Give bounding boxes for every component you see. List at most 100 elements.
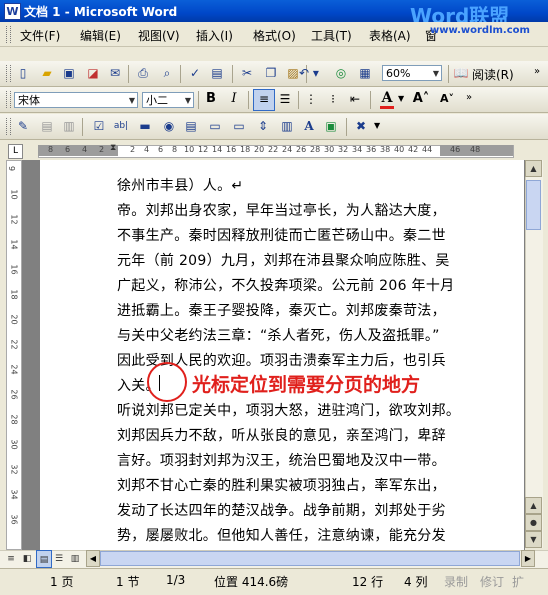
word-app-icon[interactable]: W [4, 3, 21, 20]
new-document-icon[interactable]: ▯ [14, 64, 32, 82]
decrease-indent-icon[interactable]: ⇤ [346, 90, 364, 108]
textbox-control-icon[interactable]: ab| [112, 117, 130, 135]
distributed-align-icon[interactable]: ☰ [276, 90, 294, 108]
spin-button-icon[interactable]: ⇕ [254, 117, 272, 135]
menu-format[interactable]: 格式(O) [253, 27, 296, 44]
open-folder-icon[interactable]: ▰ [38, 64, 56, 82]
toolbar-grip[interactable] [6, 65, 11, 82]
toolbar-options-icon[interactable]: » [466, 92, 472, 103]
vruler-number: 26 [9, 389, 19, 400]
menu-table[interactable]: 表格(A) [369, 27, 411, 44]
table-icon[interactable]: ▦ [356, 64, 374, 82]
chevron-down-icon[interactable]: ▼ [398, 94, 404, 103]
view-code-icon[interactable]: ▥ [60, 117, 78, 135]
scroll-down-small-icon[interactable]: ▼ [525, 531, 542, 548]
shrink-font-icon[interactable]: A˅ [438, 90, 456, 108]
label-control-icon[interactable]: A [300, 117, 318, 135]
hscroll-thumb[interactable] [100, 551, 520, 566]
research-icon[interactable]: ▤ [208, 64, 226, 82]
font-size-select[interactable]: 小二 ▼ [142, 92, 194, 108]
menu-insert[interactable]: 插入(I) [196, 27, 233, 44]
cut-icon[interactable]: ✂ [238, 64, 256, 82]
copy-icon[interactable]: ❐ [262, 64, 280, 82]
select-browse-object-icon[interactable]: ● [525, 514, 542, 531]
checkbox-control-icon[interactable]: ☑ [90, 117, 108, 135]
listbox-control-icon[interactable]: ▤ [182, 117, 200, 135]
save-icon[interactable]: ▣ [60, 64, 78, 82]
font-color-button[interactable]: A [378, 89, 396, 107]
toggle-button-icon[interactable]: ▭ [230, 117, 248, 135]
tab-selector[interactable]: L [8, 144, 23, 159]
zoom-select[interactable]: 60% ▼ [382, 65, 442, 81]
design-mode-icon[interactable]: ✎ [14, 117, 32, 135]
scrollbar-control-icon[interactable]: ▥ [278, 117, 296, 135]
permission-icon[interactable]: ◪ [84, 64, 102, 82]
window-title: 文档 1 - Microsoft Word [24, 5, 178, 19]
vruler-number: 16 [9, 264, 19, 275]
text-line: 发动了长达四年的楚汉战争。战争前期，刘邦处于劣 [117, 503, 446, 519]
more-controls-icon[interactable]: ✖ [352, 117, 370, 135]
print-view-icon[interactable]: ▤ [36, 550, 52, 568]
numbering-icon[interactable]: ⋮ [302, 90, 320, 108]
outline-view-icon[interactable]: ☰ [52, 550, 66, 566]
scroll-right-icon[interactable]: ▶ [521, 550, 535, 567]
scroll-up-icon[interactable]: ▲ [525, 160, 542, 177]
vruler-number: 36 [9, 514, 19, 525]
status-extend[interactable]: 扩 [512, 573, 524, 590]
web-view-icon[interactable]: ◧ [20, 550, 34, 566]
normal-view-icon[interactable]: ≡ [4, 550, 18, 566]
ruler-number: 16 [226, 145, 237, 154]
combobox-control-icon[interactable]: ▭ [206, 117, 224, 135]
image-control-icon[interactable]: ▣ [322, 117, 340, 135]
bold-button[interactable]: B [202, 90, 220, 108]
justify-align-icon[interactable]: ≡ [253, 89, 275, 111]
italic-button[interactable]: I [225, 90, 243, 108]
vruler-number: 34 [9, 489, 19, 500]
print-icon[interactable]: ⎙ [134, 64, 152, 82]
bullets-icon[interactable]: ⁝ [324, 90, 342, 108]
option-button-icon[interactable]: ◉ [160, 117, 178, 135]
read-button[interactable]: 阅读(R) [472, 66, 514, 83]
toolbar-grip[interactable] [6, 118, 11, 135]
menu-edit[interactable]: 编辑(E) [80, 27, 121, 44]
ruler-number: 48 [470, 145, 481, 154]
ruler-number: 8 [48, 145, 54, 154]
vruler-number: 9 [7, 165, 17, 172]
scroll-up-small-icon[interactable]: ▲ [525, 497, 542, 514]
annotation-text: 光标定位到需要分页的地方 [192, 374, 421, 396]
text-line: 广起义，称沛公，不久投奔项梁。公元前 206 年十月 [117, 278, 455, 294]
scroll-thumb[interactable] [526, 180, 541, 230]
ruler-number: 34 [352, 145, 363, 154]
ruler-number: 12 [198, 145, 209, 154]
font-name-select[interactable]: 宋体 ▼ [14, 92, 138, 108]
command-button-icon[interactable]: ▬ [136, 117, 154, 135]
ruler-number: 4 [144, 145, 150, 154]
text-line: 帝。刘邦出身农家，早年当过亭长，为人豁达大度， [117, 203, 446, 219]
scroll-left-icon[interactable]: ◀ [86, 550, 100, 567]
toolbar-options-icon[interactable]: » [534, 66, 540, 77]
hyperlink-icon[interactable]: ◎ [332, 64, 350, 82]
indent-marker-icon[interactable]: ⧗ [110, 143, 116, 153]
zoom-value: 60% [386, 67, 411, 80]
status-page-count: 1/3 [166, 573, 186, 587]
chevron-down-icon: ▼ [184, 96, 191, 105]
undo-icon[interactable]: ↶ ▾ [294, 64, 324, 82]
ruler-number: 6 [65, 145, 71, 154]
menu-file[interactable]: 文件(F) [20, 27, 60, 44]
email-icon[interactable]: ✉ [106, 64, 124, 82]
print-preview-icon[interactable]: ⌕ [158, 64, 176, 82]
grow-font-icon[interactable]: A˄ [412, 90, 430, 108]
spelling-icon[interactable]: ✓ [186, 64, 204, 82]
menu-view[interactable]: 视图(V) [138, 27, 180, 44]
ruler-number: 40 [394, 145, 405, 154]
menu-grip[interactable] [6, 26, 11, 43]
status-record[interactable]: 录制 [444, 573, 468, 590]
properties-icon[interactable]: ▤ [38, 117, 56, 135]
vruler-number: 10 [9, 189, 19, 200]
status-track-changes[interactable]: 修订 [480, 573, 504, 590]
reading-view-icon[interactable]: ▥ [68, 550, 82, 566]
ruler-number: 18 [240, 145, 251, 154]
toolbar-grip[interactable] [6, 91, 11, 108]
chevron-down-icon[interactable]: ▼ [374, 121, 380, 130]
menu-tools[interactable]: 工具(T) [311, 27, 352, 44]
